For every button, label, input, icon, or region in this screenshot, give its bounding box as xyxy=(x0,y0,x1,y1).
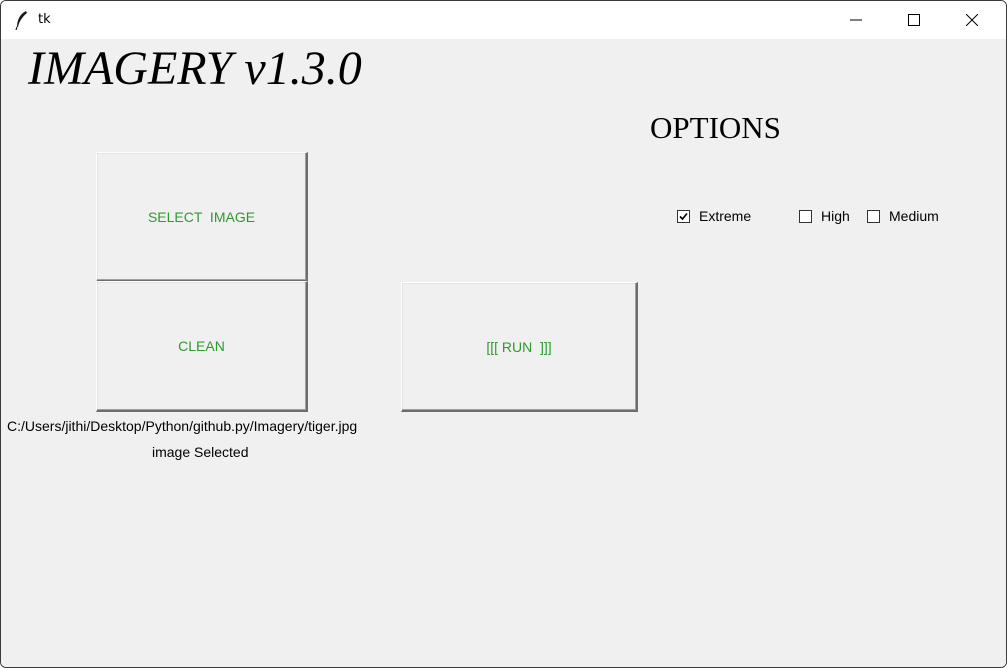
medium-checkbox[interactable] xyxy=(867,209,880,223)
checkmark-icon xyxy=(679,212,688,220)
extreme-checkbox[interactable] xyxy=(677,209,690,223)
window-title: tk xyxy=(38,12,51,27)
high-label: High xyxy=(821,208,850,224)
file-path-label: C:/Users/jithi/Desktop/Python/github.py/… xyxy=(7,418,358,434)
feather-icon xyxy=(14,10,30,31)
options-heading: OPTIONS xyxy=(650,110,781,145)
close-button[interactable] xyxy=(943,1,1001,39)
run-button[interactable]: [[[ RUN ]]] xyxy=(401,282,638,412)
app-window: tk IMAGERY v1.3.0 OPTIONS SELECT IMAGE C… xyxy=(0,0,1007,668)
app-title: IMAGERY v1.3.0 xyxy=(28,42,362,95)
maximize-button[interactable] xyxy=(885,1,943,39)
minimize-icon xyxy=(850,11,862,30)
extreme-label: Extreme xyxy=(699,208,752,224)
client-area: IMAGERY v1.3.0 OPTIONS SELECT IMAGE CLEA… xyxy=(1,39,1006,667)
clean-button[interactable]: CLEAN xyxy=(96,281,308,412)
status-message: image Selected xyxy=(152,444,249,460)
close-icon xyxy=(965,11,979,30)
option-extreme[interactable]: Extreme xyxy=(677,208,751,224)
medium-label: Medium xyxy=(889,208,939,224)
maximize-icon xyxy=(908,11,920,30)
select-image-button[interactable]: SELECT IMAGE xyxy=(96,152,308,282)
title-bar[interactable]: tk xyxy=(1,1,1006,39)
minimize-button[interactable] xyxy=(827,1,885,39)
option-high[interactable]: High xyxy=(799,208,850,224)
high-checkbox[interactable] xyxy=(799,209,812,223)
option-medium[interactable]: Medium xyxy=(867,208,939,224)
